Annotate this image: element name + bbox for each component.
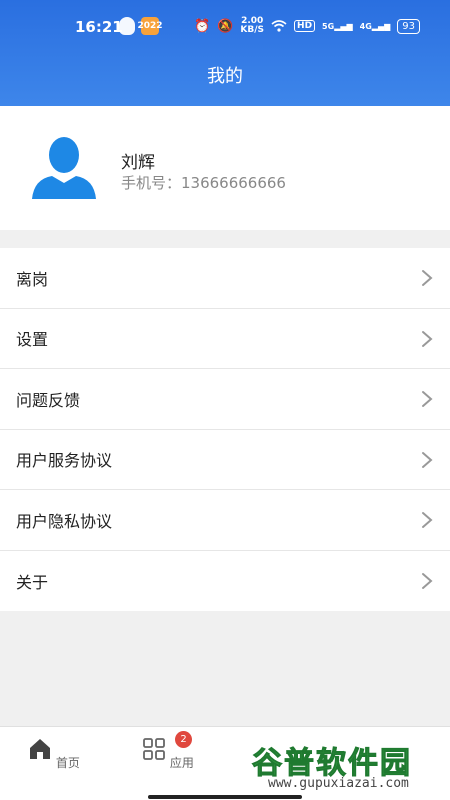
status-bar: 16:21 2022 ⏰ 🔕 2.00 KB/S HD 5G▂▄▆ 4G▂▄▆ … <box>0 0 450 52</box>
chevron-right-icon <box>422 330 433 347</box>
alarm-icon: ⏰ <box>194 18 211 34</box>
hd-icon: HD <box>294 20 316 32</box>
watermark: 谷普软件园 www.gupuxiazai.com <box>246 740 444 794</box>
avatar-icon <box>32 137 96 199</box>
mute-icon: 🔕 <box>217 18 234 34</box>
signal-4g-icon: 4G▂▄▆ <box>359 21 391 31</box>
app-notification-icon: 2022 <box>137 17 163 35</box>
tab-home-label: 首页 <box>55 756 80 770</box>
menu-item-settings[interactable]: 设置 <box>0 309 450 369</box>
status-time: 16:21 <box>75 18 123 36</box>
tab-apps[interactable]: 应用 2 <box>138 731 198 771</box>
chevron-right-icon <box>422 572 433 589</box>
watermark-url: www.gupuxiazai.com <box>268 776 409 791</box>
menu-item-privacy-agreement[interactable]: 用户隐私协议 <box>0 490 450 551</box>
page-title: 我的 <box>207 66 243 87</box>
home-indicator[interactable] <box>148 795 302 799</box>
menu-item-label: 关于 <box>16 572 49 592</box>
wifi-icon <box>271 20 287 32</box>
tab-home[interactable]: 首页 <box>24 737 84 771</box>
qq-icon <box>119 17 135 35</box>
menu-item-feedback[interactable]: 问题反馈 <box>0 369 450 430</box>
chevron-right-icon <box>422 270 433 286</box>
user-name: 刘辉 <box>121 153 155 173</box>
notification-badge: 2 <box>175 731 192 748</box>
profile-card[interactable]: 刘辉 手机号：13666666666 <box>0 106 450 230</box>
menu-item-about[interactable]: 关于 <box>0 551 450 612</box>
header-bar: 16:21 2022 ⏰ 🔕 2.00 KB/S HD 5G▂▄▆ 4G▂▄▆ … <box>0 0 450 106</box>
battery-icon: 93 <box>397 18 420 34</box>
menu-item-label: 问题反馈 <box>16 390 81 410</box>
menu-item-label: 用户隐私协议 <box>16 511 113 531</box>
home-icon <box>30 739 51 759</box>
tab-apps-label: 应用 <box>169 756 194 770</box>
signal-5g-icon: 5G▂▄▆ <box>322 21 353 31</box>
settings-menu: 离岗 设置 问题反馈 用户服务协议 用户隐私协议 关于 <box>0 248 450 611</box>
menu-item-service-agreement[interactable]: 用户服务协议 <box>0 430 450 490</box>
network-speed: 2.00 KB/S <box>240 16 265 35</box>
chevron-right-icon <box>422 451 433 468</box>
chevron-right-icon <box>422 512 433 528</box>
menu-item-label: 设置 <box>16 330 49 350</box>
menu-item-leave-post[interactable]: 离岗 <box>0 248 450 309</box>
menu-item-label: 离岗 <box>16 269 49 289</box>
user-phone: 手机号：13666666666 <box>121 174 286 192</box>
menu-item-label: 用户服务协议 <box>16 451 113 471</box>
chevron-right-icon <box>422 391 433 407</box>
grid-icon <box>143 738 165 760</box>
